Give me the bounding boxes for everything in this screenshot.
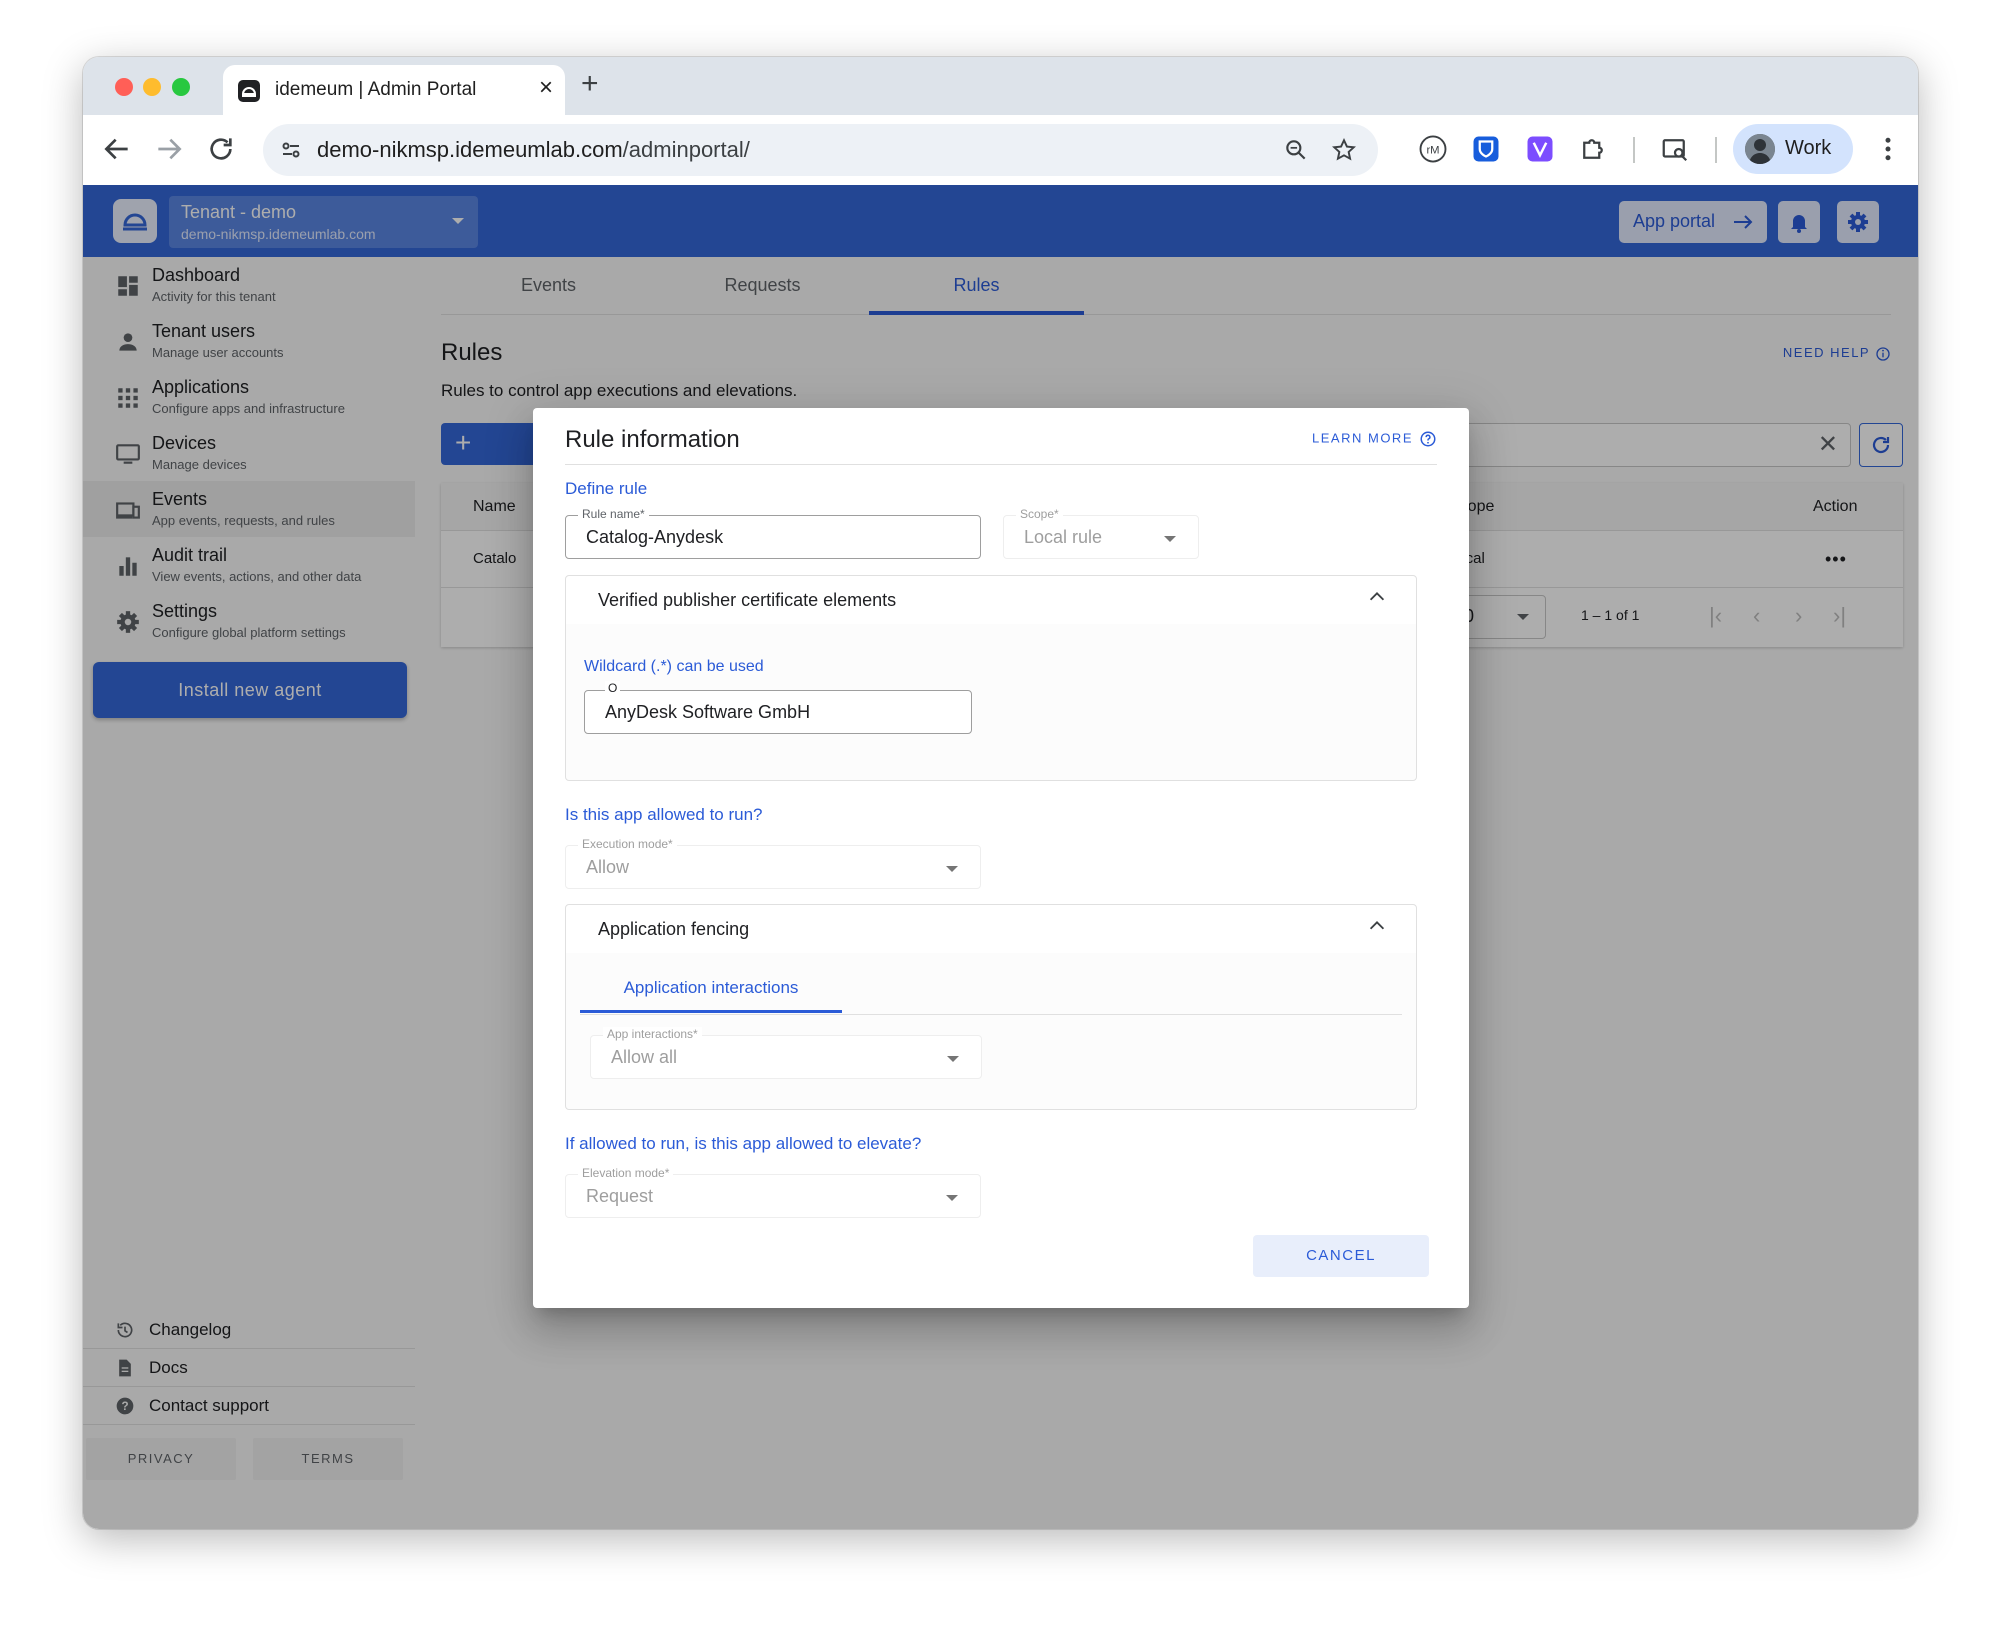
learn-more-label: LEARN MORE — [1312, 430, 1413, 446]
tab-application-interactions[interactable]: Application interactions — [580, 965, 842, 1013]
elevation-mode-value: Request — [586, 1186, 654, 1206]
tab-label: Application interactions — [623, 978, 799, 997]
define-rule-heading: Define rule — [565, 479, 648, 498]
chevron-up-icon[interactable] — [1366, 915, 1388, 937]
close-window-button[interactable] — [115, 78, 133, 96]
allowed-to-elevate-heading: If allowed to run, is this app allowed t… — [565, 1134, 922, 1153]
svg-text:rM: rM — [1426, 144, 1439, 156]
avatar-person-icon — [1745, 134, 1775, 164]
cancel-button[interactable]: CANCEL — [1253, 1235, 1429, 1277]
scope-value: Local rule — [1024, 527, 1103, 547]
tab-title: idemeum | Admin Portal — [275, 79, 477, 100]
rm-extension-icon[interactable]: rM — [1418, 134, 1448, 164]
bitwarden-extension-icon[interactable] — [1471, 134, 1501, 164]
rule-name-field[interactable]: Rule name* Catalog-Anydesk — [565, 507, 981, 559]
search-tabs-icon[interactable] — [1660, 134, 1690, 164]
rule-information-dialog: Rule information LEARN MORE Define rule … — [533, 408, 1469, 1308]
elevation-mode-select: Elevation mode* Request — [565, 1166, 981, 1218]
chevron-down-icon — [946, 1195, 958, 1201]
organization-label: O — [605, 681, 621, 695]
app-interactions-value: Allow all — [611, 1047, 678, 1067]
browser-tab[interactable]: idemeum | Admin Portal × — [223, 65, 565, 115]
browser-window: idemeum | Admin Portal × + demo-nikmsp.i… — [83, 57, 1918, 1529]
execution-mode-select: Execution mode* Allow — [565, 837, 981, 889]
app-interactions-select: App interactions* Allow all — [590, 1027, 982, 1079]
cancel-label: CANCEL — [1306, 1247, 1376, 1264]
wildcard-note: Wildcard (.*) can be used — [584, 658, 764, 675]
chevron-down-icon — [947, 1056, 959, 1062]
forward-arrow-icon[interactable] — [153, 133, 185, 165]
site-settings-icon[interactable] — [279, 138, 303, 162]
url-host: demo-nikmsp.idemeumlab.com — [317, 137, 623, 162]
fencing-panel-header[interactable]: Application fencing — [566, 905, 1416, 953]
browser-toolbar: demo-nikmsp.idemeumlab.com/adminportal/ … — [83, 115, 1918, 185]
help-circle-icon — [1420, 431, 1436, 447]
organization-value: AnyDesk Software GmbH — [605, 702, 811, 722]
idemeum-favicon-icon — [238, 80, 260, 102]
toolbar-divider — [1633, 137, 1635, 163]
scope-select: Scope* Local rule — [1003, 507, 1199, 559]
chevron-down-icon — [946, 866, 958, 872]
dialog-divider — [565, 464, 1437, 465]
execution-mode-label: Execution mode* — [578, 837, 677, 851]
tab-divider — [580, 1014, 1402, 1015]
execution-mode-value: Allow — [586, 857, 630, 877]
tab-close-icon[interactable]: × — [539, 74, 553, 102]
profile-label: Work — [1785, 137, 1832, 159]
certificate-panel-header[interactable]: Verified publisher certificate elements — [566, 576, 1416, 624]
dialog-title: Rule information — [565, 426, 740, 453]
certificate-panel-title: Verified publisher certificate elements — [598, 590, 897, 610]
extensions-puzzle-icon[interactable] — [1578, 134, 1608, 164]
learn-more-link[interactable]: LEARN MORE — [1312, 430, 1437, 448]
app-interactions-label: App interactions* — [603, 1027, 702, 1041]
tab-strip: idemeum | Admin Portal × + — [83, 57, 1918, 115]
zoom-icon[interactable] — [1283, 137, 1309, 163]
minimize-window-button[interactable] — [143, 78, 161, 96]
avatar — [1745, 134, 1775, 164]
scope-label: Scope* — [1016, 507, 1063, 521]
rule-name-label: Rule name* — [578, 507, 649, 521]
back-arrow-icon[interactable] — [101, 133, 133, 165]
chevron-down-icon — [1164, 536, 1176, 542]
profile-button[interactable]: Work — [1733, 124, 1853, 174]
elevation-mode-label: Elevation mode* — [578, 1166, 674, 1180]
zoom-window-button[interactable] — [172, 78, 190, 96]
url-path: /adminportal/ — [622, 137, 750, 162]
allowed-to-run-heading: Is this app allowed to run? — [565, 805, 763, 824]
organization-field[interactable]: O AnyDesk Software GmbH — [584, 681, 972, 734]
v-extension-icon[interactable] — [1525, 134, 1555, 164]
url-text: demo-nikmsp.idemeumlab.com/adminportal/ — [317, 137, 750, 163]
rule-name-value: Catalog-Anydesk — [586, 527, 724, 547]
chevron-up-icon[interactable] — [1366, 586, 1388, 608]
bookmark-star-icon[interactable] — [1331, 137, 1357, 163]
application-fencing-panel: Application fencing Application interact… — [565, 904, 1417, 1110]
fencing-panel-title: Application fencing — [598, 919, 750, 939]
address-bar[interactable]: demo-nikmsp.idemeumlab.com/adminportal/ — [263, 124, 1378, 176]
reload-icon[interactable] — [205, 133, 237, 165]
new-tab-button[interactable]: + — [581, 67, 599, 101]
certificate-elements-panel: Verified publisher certificate elements … — [565, 575, 1417, 781]
toolbar-divider — [1715, 137, 1717, 163]
more-vertical-icon[interactable] — [1873, 134, 1903, 164]
